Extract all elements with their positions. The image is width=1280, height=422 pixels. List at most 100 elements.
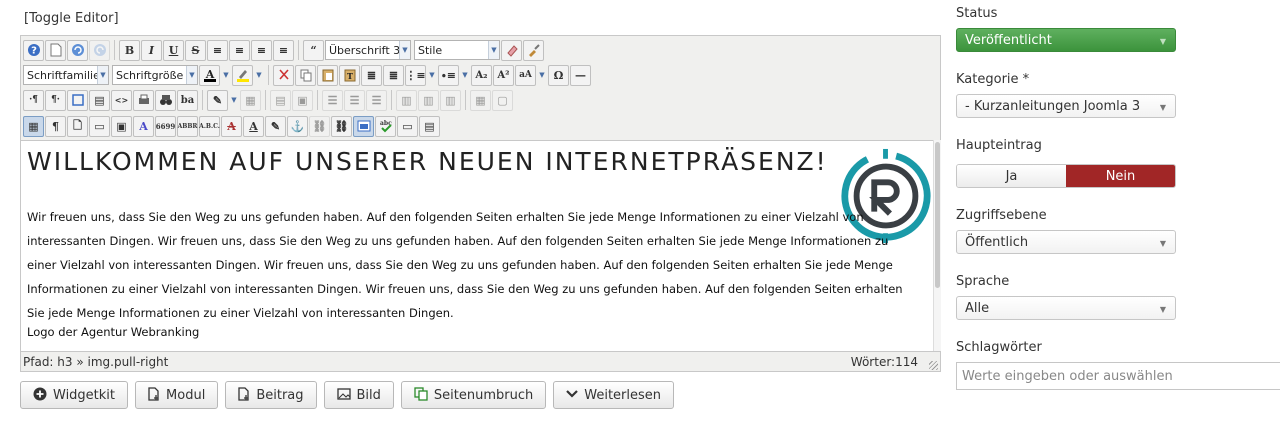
italic-icon[interactable]: I [141, 39, 162, 61]
chevron-down-icon[interactable]: ▼ [229, 90, 239, 111]
chevron-down-icon[interactable]: ▼ [254, 65, 264, 86]
attributes-icon[interactable]: ✎ [265, 115, 286, 137]
editor-scrollbar[interactable] [933, 140, 941, 351]
abbr-icon[interactable]: ABBR [177, 115, 198, 137]
anchor-icon[interactable]: ⚓ [287, 115, 308, 137]
paste-icon[interactable] [317, 64, 338, 86]
source-code-icon[interactable]: <> [111, 89, 132, 111]
replace-icon[interactable]: ba [177, 89, 198, 111]
chevron-down-icon [566, 388, 579, 402]
seitenumbruch-button[interactable]: Seitenumbruch [400, 381, 547, 409]
insert-col-before-icon[interactable]: ▥ [396, 89, 417, 111]
align-center-icon[interactable]: ≡ [229, 39, 250, 61]
toolbar-row-3: ·¶ ¶· ▤ <> ba ✎ ▼ ▦ ▤ ▣ ☰ ☰ ☰ ▥ ▥ ▥ ▦ ▢ [23, 88, 513, 112]
spellcheck-icon[interactable]: abc [375, 115, 396, 137]
chevron-down-icon[interactable]: ▼ [460, 65, 470, 86]
tags-input[interactable]: Werte eingeben oder auswählen [956, 362, 1280, 390]
bold-icon[interactable]: B [119, 39, 140, 61]
merge-cells-icon[interactable]: ▢ [492, 89, 513, 111]
status-select[interactable]: Veröffentlicht ▼ [956, 28, 1176, 52]
paste-word-icon[interactable]: ≣ [361, 64, 382, 86]
beitrag-button[interactable]: Beitrag [225, 381, 317, 409]
toggle-editor-link[interactable]: [Toggle Editor] [24, 11, 119, 26]
delete-col-icon[interactable]: ▥ [440, 89, 461, 111]
align-left-icon[interactable]: ≡ [251, 39, 272, 61]
chevron-down-icon[interactable]: ▼ [537, 65, 547, 86]
print-icon[interactable] [133, 89, 154, 111]
delete-row-icon[interactable]: ☰ [366, 89, 387, 111]
editor-content-area[interactable]: WILLKOMMEN AUF UNSERER NEUEN INTERNETPRÄ… [21, 140, 933, 351]
insert-readmore-icon[interactable]: ▭ [397, 115, 418, 137]
align-right-icon[interactable]: ≡ [273, 39, 294, 61]
featured-no-button[interactable]: Nein [1066, 165, 1175, 187]
article-icon[interactable]: ▤ [419, 115, 440, 137]
insert-row-after-icon[interactable]: ☰ [344, 89, 365, 111]
ordered-list-icon[interactable]: ⋮≡ [405, 64, 426, 86]
styles-icon[interactable]: A [133, 115, 154, 137]
quote-icon[interactable]: 6699 [155, 115, 176, 137]
strikethrough-icon[interactable]: S [185, 39, 206, 61]
fullscreen-icon[interactable] [67, 89, 88, 111]
edit-image-icon[interactable]: ✎ [207, 89, 228, 111]
indent-icon[interactable]: ≣ [383, 64, 404, 86]
align-justify-icon[interactable]: ≡ [207, 39, 228, 61]
scrollbar-thumb[interactable] [935, 142, 940, 288]
delete-table-icon[interactable]: ▦ [240, 89, 261, 111]
preview-icon[interactable]: ▣ [111, 115, 132, 137]
delete-text-icon[interactable]: A [221, 115, 242, 137]
template-icon[interactable]: ▤ [89, 89, 110, 111]
help-icon[interactable]: ? [23, 39, 44, 61]
text-color-icon[interactable]: A [199, 64, 220, 86]
unlink-icon[interactable]: ⛓ [309, 115, 330, 137]
modul-button[interactable]: Modul [135, 381, 219, 409]
brush-icon[interactable] [523, 39, 544, 61]
paragraph-marks-icon[interactable]: ¶ [45, 115, 66, 137]
horizontal-rule-icon[interactable]: — [570, 64, 591, 86]
bild-button[interactable]: Bild [323, 381, 394, 409]
cell-props-icon[interactable]: ▣ [292, 89, 313, 111]
ltr-icon[interactable]: ·¶ [23, 89, 44, 111]
font-family-select[interactable]: Schriftfamilie ▼ [23, 65, 109, 85]
undo-icon[interactable] [67, 39, 88, 61]
visual-aid-icon[interactable]: ▦ [23, 115, 44, 137]
find-icon[interactable] [155, 89, 176, 111]
insert-text-icon[interactable]: A [243, 115, 264, 137]
widgetkit-button[interactable]: Widgetkit [20, 381, 129, 409]
omega-icon[interactable]: Ω [548, 64, 569, 86]
cut-icon[interactable] [273, 64, 294, 86]
style-select[interactable]: Stile ▼ [414, 40, 500, 60]
category-select[interactable]: - Kurzanleitungen Joomla 3 ▼ [956, 94, 1176, 118]
link-icon[interactable]: ⛓ [331, 115, 352, 137]
blockquote-icon[interactable]: “ [303, 39, 324, 61]
insert-row-before-icon[interactable]: ☰ [322, 89, 343, 111]
underline-icon[interactable]: U [163, 39, 184, 61]
superscript-icon[interactable]: A² [493, 64, 514, 86]
redo-icon[interactable] [89, 39, 110, 61]
highlight-color-icon[interactable] [232, 64, 253, 86]
insert-file-icon[interactable]: 🗋 [67, 115, 88, 137]
chevron-down-icon[interactable]: ▼ [221, 65, 231, 86]
font-size-select[interactable]: Schriftgröße ▼ [112, 65, 198, 85]
acronym-icon[interactable]: A.B.C. [199, 115, 220, 137]
copy-icon[interactable] [295, 64, 316, 86]
split-cells-icon[interactable]: ▦ [470, 89, 491, 111]
featured-yes-button[interactable]: Ja [957, 165, 1066, 187]
format-select[interactable]: Überschrift 3 ▼ [325, 40, 411, 60]
rtl-icon[interactable]: ¶· [45, 89, 66, 111]
paste-text-icon[interactable]: T [339, 64, 360, 86]
new-document-icon[interactable] [45, 39, 66, 61]
chevron-down-icon[interactable]: ▼ [427, 65, 437, 86]
element-path[interactable]: Pfad: h3 » img.pull-right [23, 355, 168, 369]
insert-col-after-icon[interactable]: ▥ [418, 89, 439, 111]
character-spacing-icon[interactable]: aA [515, 64, 536, 86]
access-select[interactable]: Öffentlich ▼ [956, 230, 1176, 254]
unordered-list-icon[interactable]: ∙≡ [438, 64, 459, 86]
eraser-icon[interactable] [501, 39, 522, 61]
image-icon[interactable] [353, 115, 374, 137]
weiterlesen-button[interactable]: Weiterlesen [553, 381, 675, 409]
language-select[interactable]: Alle ▼ [956, 296, 1176, 320]
resize-grip-icon[interactable] [929, 361, 938, 370]
insert-layer-icon[interactable]: ▭ [89, 115, 110, 137]
subscript-icon[interactable]: A₂ [471, 64, 492, 86]
row-props-icon[interactable]: ▤ [270, 89, 291, 111]
